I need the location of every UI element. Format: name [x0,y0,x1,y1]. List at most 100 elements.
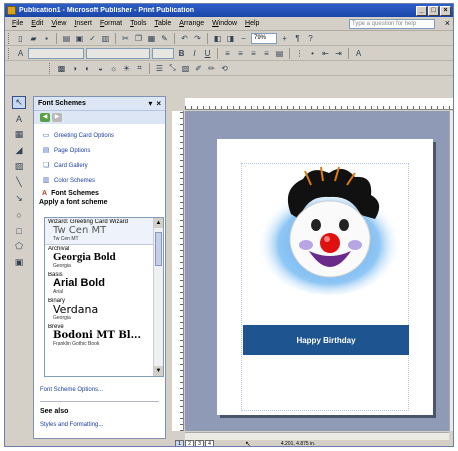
menu-table[interactable]: Table [150,20,175,27]
vertical-scrollbar[interactable] [449,111,453,431]
zoom-combo[interactable]: 79% [251,32,277,44]
close-document-icon[interactable]: × [445,18,450,28]
help-search-input[interactable]: Type a question for help [349,19,435,29]
reset-picture-icon[interactable]: ⟲ [219,63,230,74]
copy-icon[interactable]: ❐ [133,33,144,44]
special-characters-icon[interactable]: ¶ [292,33,303,44]
send-backward-icon[interactable]: ◨ [225,33,236,44]
scroll-thumb[interactable] [155,232,162,266]
format-picture-icon[interactable]: ✐ [193,63,204,74]
menu-arrange[interactable]: Arrange [175,20,208,27]
paste-icon[interactable]: ▦ [146,33,157,44]
more-brightness-icon[interactable]: ☼ [108,63,119,74]
open-icon[interactable]: ▰ [28,33,39,44]
less-contrast-icon[interactable]: ◒ [95,63,106,74]
new-icon[interactable]: ▯ [15,33,26,44]
horizontal-scrollbar[interactable] [185,432,449,440]
zoom-in-icon[interactable]: + [279,33,290,44]
task-pane-menu-icon[interactable]: ▾ [148,99,152,108]
numbering-icon[interactable]: ⋮ [294,48,305,59]
menu-edit[interactable]: Edit [27,20,47,27]
crop-icon[interactable]: ⌗ [134,63,145,74]
bold-icon[interactable]: B [176,48,187,59]
increase-indent-icon[interactable]: ⇥ [333,48,344,59]
redo-icon[interactable]: ↷ [192,33,203,44]
distribute-icon[interactable]: ▤ [274,48,285,59]
scheme-list-scrollbar[interactable]: ▲ ▼ [153,218,163,376]
undo-icon[interactable]: ↶ [179,33,190,44]
more-contrast-icon[interactable]: ◐ [82,63,93,74]
menu-insert[interactable]: Insert [70,20,96,27]
rectangle-icon[interactable]: □ [12,224,26,237]
font-scheme-item[interactable]: Wizard: Greeting Card Wizard Tw Cen MT T… [45,218,155,245]
font-combo[interactable] [86,47,150,59]
font-scheme-item[interactable]: Archival Georgia Bold Georgia [45,245,155,271]
text-wrapping-icon[interactable]: ▧ [180,63,191,74]
picture-color-icon[interactable]: ◑ [69,63,80,74]
page-options-link[interactable]: ▤ Page Options [34,143,165,158]
styles-formatting-link[interactable]: Styles and Formatting... [34,417,165,432]
greeting-banner[interactable]: Happy Birthday [243,325,409,355]
compress-picture-icon[interactable]: ⤡ [167,63,178,74]
minimize-button[interactable]: _ [416,5,427,16]
vertical-ruler[interactable] [172,111,184,431]
menu-window[interactable]: Window [208,20,241,27]
menu-file[interactable]: File [8,20,27,27]
cut-icon[interactable]: ✂ [120,33,131,44]
toolbar-grip[interactable] [8,47,11,59]
font-scheme-list[interactable]: Wizard: Greeting Card Wizard Tw Cen MT T… [44,217,164,377]
page-2-button[interactable]: 2 [185,440,194,446]
page-1-button[interactable]: 1 [175,440,184,446]
align-left-icon[interactable]: ≡ [222,48,233,59]
menu-format[interactable]: Format [96,20,126,27]
maximize-button[interactable]: □ [428,5,439,16]
menu-view[interactable]: View [47,20,70,27]
greeting-card-options-link[interactable]: ▭ Greeting Card Options [34,128,165,143]
text-box-icon[interactable]: A [12,112,26,125]
oval-icon[interactable]: ○ [12,208,26,221]
decrease-indent-icon[interactable]: ⇤ [320,48,331,59]
font-scheme-item[interactable]: Breve Bodoni MT Bl... Franklin Gothic Bo… [45,323,155,349]
toolbar-grip[interactable] [49,62,52,74]
close-button[interactable]: × [440,5,451,16]
design-gallery-icon[interactable]: ▣ [12,256,26,269]
page-3-button[interactable]: 3 [195,440,204,446]
print-icon[interactable]: ▤ [61,33,72,44]
help-icon[interactable]: ? [305,33,316,44]
zoom-out-icon[interactable]: − [238,33,249,44]
font-scheme-item[interactable]: Binary Verdana Georgia [45,297,155,323]
wordart-icon[interactable]: ◢ [12,144,26,157]
color-schemes-link[interactable]: ▥ Color Schemes [34,173,165,188]
justify-icon[interactable]: ≡ [261,48,272,59]
menu-tools[interactable]: Tools [126,20,150,27]
line-icon[interactable]: ╲ [12,176,26,189]
research-icon[interactable]: ▥ [100,33,111,44]
set-transparent-color-icon[interactable]: ✏ [206,63,217,74]
styles-icon[interactable]: A [15,48,26,59]
picture-frame-icon[interactable]: ▨ [12,160,26,173]
align-center-icon[interactable]: ≡ [235,48,246,59]
menu-help[interactable]: Help [241,20,263,27]
horizontal-ruler[interactable] [185,98,453,110]
font-scheme-item[interactable]: Basis Arial Bold Arial [45,271,155,297]
format-painter-icon[interactable]: ✎ [159,33,170,44]
arrow-icon[interactable]: ↘ [12,192,26,205]
publication-page[interactable]: Happy Birthday [217,139,433,415]
less-brightness-icon[interactable]: ☀ [121,63,132,74]
font-scheme-options-link[interactable]: Font Scheme Options... [34,382,165,397]
align-right-icon[interactable]: ≡ [248,48,259,59]
forward-icon[interactable]: ▶ [52,113,62,122]
font-size-combo[interactable] [152,47,174,59]
task-pane-close-icon[interactable]: × [156,99,161,108]
print-preview-icon[interactable]: ▣ [74,33,85,44]
back-icon[interactable]: ◀ [40,113,50,122]
page-4-button[interactable]: 4 [205,440,214,446]
insert-picture-icon[interactable]: ▩ [56,63,67,74]
select-objects-icon[interactable]: ↖ [12,96,26,109]
toolbar-grip[interactable] [8,32,11,44]
line-style-icon[interactable]: ☰ [154,63,165,74]
underline-icon[interactable]: U [202,48,213,59]
clown-clipart[interactable] [251,159,401,299]
insert-table-icon[interactable]: ▦ [12,128,26,141]
bring-forward-icon[interactable]: ◧ [212,33,223,44]
